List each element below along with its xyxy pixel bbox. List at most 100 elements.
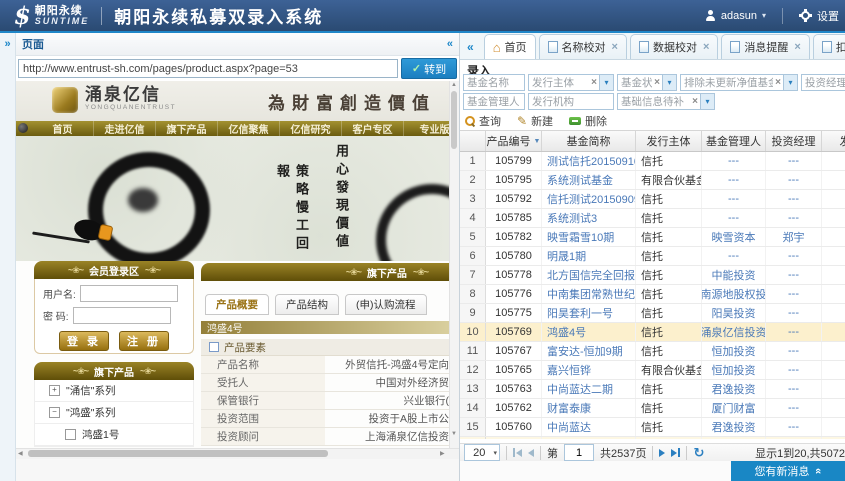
- fund-name-link[interactable]: 鸿盛4号: [542, 323, 636, 341]
- page-number-input[interactable]: [564, 444, 594, 461]
- table-row[interactable]: 6 105780 明晟1期 信托 --- --- 山东: [460, 247, 845, 266]
- scroll-up-icon[interactable]: ▲: [451, 82, 457, 88]
- page-size-select[interactable]: 20 ▾: [464, 444, 500, 461]
- last-page-button[interactable]: [671, 448, 680, 457]
- prev-page-button[interactable]: [528, 449, 534, 457]
- toolbar-button[interactable]: 查询: [465, 113, 501, 129]
- table-row[interactable]: 12 105765 嘉兴恒铧 有限合伙基金 恒加投资 --- 恒加: [460, 361, 845, 380]
- fund-name-link[interactable]: 中尚蓝达二期: [542, 380, 636, 398]
- tree-item[interactable]: 鸿盛1号: [35, 424, 193, 446]
- tab[interactable]: 消息提醒 ×: [721, 34, 809, 59]
- chevron-down-icon[interactable]: ▾: [662, 75, 676, 90]
- expand-panel-icon[interactable]: »: [0, 38, 15, 50]
- table-row[interactable]: 14 105762 财富泰康 信托 厦门财富 --- 厦门: [460, 399, 845, 418]
- toolbar-button[interactable]: 删除: [569, 113, 607, 129]
- scroll-left-icon[interactable]: ◀: [18, 450, 23, 457]
- column-header[interactable]: 产品编号 ▼: [486, 131, 542, 151]
- expand-icon[interactable]: +: [49, 385, 60, 396]
- nav-item[interactable]: 亿信研究: [280, 121, 342, 136]
- table-row[interactable]: 10 105769 鸿盛4号 信托 涌泉亿信投资 --- 外贸: [460, 323, 845, 342]
- nav-item[interactable]: 亿信聚焦: [218, 121, 280, 136]
- table-row[interactable]: 1 105799 测试信托20150910 信托 --- --- ---: [460, 152, 845, 171]
- tab[interactable]: ⌂ 首页: [484, 34, 536, 59]
- column-header[interactable]: 投资经理: [766, 131, 822, 151]
- fund-name-link[interactable]: 系统测试基金: [542, 171, 636, 189]
- url-input[interactable]: [18, 59, 398, 78]
- chevron-down-icon[interactable]: ▾: [599, 75, 613, 90]
- scroll-down-icon[interactable]: ▼: [451, 431, 457, 437]
- register-button[interactable]: 注 册: [119, 331, 169, 351]
- table-row[interactable]: 8 105776 中南集团常熟世纪缇城 信托 中南源地股权投资 --- 爱建: [460, 285, 845, 304]
- fund-name-link[interactable]: 富安达-恒加9期: [542, 342, 636, 360]
- collapse-node-icon[interactable]: −: [49, 407, 60, 418]
- scroll-right-icon[interactable]: ▶: [440, 450, 445, 457]
- webpage-vertical-scrollbar[interactable]: ▲ ▼: [449, 81, 459, 449]
- table-row[interactable]: 11 105767 富安达-恒加9期 信托 恒加投资 --- 富安: [460, 342, 845, 361]
- password-field[interactable]: [73, 307, 171, 324]
- user-menu[interactable]: adasun ▾: [689, 10, 782, 22]
- collapse-panel-icon[interactable]: «: [447, 38, 453, 50]
- fund-name-link[interactable]: 映雪霜雪10期: [542, 228, 636, 246]
- table-row[interactable]: 15 105760 中尚蓝达 信托 君逸投资 --- 渤海: [460, 418, 845, 437]
- filter-field[interactable]: 发行机构: [528, 93, 614, 110]
- filter-field[interactable]: 基金管理人: [463, 93, 525, 110]
- column-header[interactable]: 发行主体: [636, 131, 702, 151]
- tab[interactable]: 扣分绩效统计 ×: [813, 34, 845, 59]
- table-row[interactable]: 16 105759 嘉兴吉睿 有限合伙基金 恒加投资 --- 恒加: [460, 437, 845, 439]
- table-row[interactable]: 2 105795 系统测试基金 有限合伙基金 --- --- 瑞毅: [460, 171, 845, 190]
- filter-field[interactable]: 排除未更新净值基金 × ▾: [680, 74, 798, 91]
- clear-icon[interactable]: ×: [652, 77, 662, 88]
- fund-name-link[interactable]: 财富泰康: [542, 399, 636, 417]
- toolbar-button[interactable]: ✎ 新建: [517, 113, 553, 129]
- table-row[interactable]: 7 105778 北方国信完全回报 信托 中能投资 --- 北方: [460, 266, 845, 285]
- next-page-button[interactable]: [659, 449, 665, 457]
- settings-button[interactable]: 设置: [782, 8, 845, 24]
- table-row[interactable]: 13 105763 中尚蓝达二期 信托 君逸投资 --- 渤海: [460, 380, 845, 399]
- filter-field[interactable]: 发行主体 × ▾: [528, 74, 614, 91]
- fund-name-link[interactable]: 阳昊套利一号: [542, 304, 636, 322]
- reload-grid-icon[interactable]: ↻: [693, 445, 704, 461]
- close-tab-icon[interactable]: ×: [703, 41, 709, 53]
- filter-field[interactable]: 基础信息待补 × ▾: [617, 93, 715, 110]
- column-header[interactable]: [460, 131, 486, 151]
- fund-name-link[interactable]: 北方国信完全回报: [542, 266, 636, 284]
- webpage-horizontal-scrollbar[interactable]: ◀ ▶: [16, 448, 459, 459]
- fund-name-link[interactable]: 中南集团常熟世纪缇城: [542, 285, 636, 303]
- fund-name-link[interactable]: 嘉兴恒铧: [542, 361, 636, 379]
- fund-name-link[interactable]: 嘉兴吉睿: [542, 437, 636, 439]
- product-tab[interactable]: 产品结构: [275, 294, 339, 315]
- clear-icon[interactable]: ×: [773, 77, 783, 88]
- chevron-down-icon[interactable]: ▾: [783, 75, 797, 90]
- column-header[interactable]: 基金管理人: [702, 131, 766, 151]
- fund-name-link[interactable]: 明晟1期: [542, 247, 636, 265]
- table-row[interactable]: 5 105782 映雪霜雪10期 信托 映雪资本 郑宇 山东: [460, 228, 845, 247]
- fund-name-link[interactable]: 测试信托20150910: [542, 152, 636, 170]
- fund-name-link[interactable]: 系统测试3: [542, 209, 636, 227]
- product-tab[interactable]: 产品概要: [205, 294, 269, 315]
- tab[interactable]: 名称校对 ×: [539, 34, 627, 59]
- fund-name-link[interactable]: 信托测试20150909: [542, 190, 636, 208]
- tab[interactable]: 数据校对 ×: [630, 34, 718, 59]
- clear-icon[interactable]: ×: [589, 77, 599, 88]
- collapse-tabs-icon[interactable]: «: [467, 40, 474, 54]
- table-row[interactable]: 3 105792 信托测试20150909 信托 --- --- ---: [460, 190, 845, 209]
- tree-item[interactable]: + "涌信"系列: [35, 380, 193, 402]
- close-tab-icon[interactable]: ×: [794, 41, 800, 53]
- go-button[interactable]: ✓ 转到: [401, 58, 457, 79]
- table-row[interactable]: 9 105775 阳昊套利一号 信托 阳昊投资 --- 北方: [460, 304, 845, 323]
- tree-item[interactable]: − "鸿盛"系列: [35, 402, 193, 424]
- filter-field[interactable]: 投资经理: [801, 74, 845, 91]
- table-row[interactable]: 4 105785 系统测试3 信托 --- --- 中融: [460, 209, 845, 228]
- vertical-scroll-thumb[interactable]: [451, 91, 457, 149]
- clear-icon[interactable]: ×: [690, 96, 700, 107]
- nav-item[interactable]: 首页: [32, 121, 94, 136]
- username-field[interactable]: [80, 285, 178, 302]
- checkbox-icon[interactable]: [209, 342, 219, 352]
- column-header[interactable]: 发行机构: [822, 131, 845, 151]
- product-tab[interactable]: (申)认购流程: [345, 294, 427, 315]
- product-section-row[interactable]: 产品要素: [201, 339, 450, 356]
- close-tab-icon[interactable]: ×: [612, 41, 618, 53]
- first-page-button[interactable]: [513, 448, 522, 457]
- filter-field[interactable]: 基金状态 × ▾: [617, 74, 677, 91]
- login-button[interactable]: 登 录: [59, 331, 109, 351]
